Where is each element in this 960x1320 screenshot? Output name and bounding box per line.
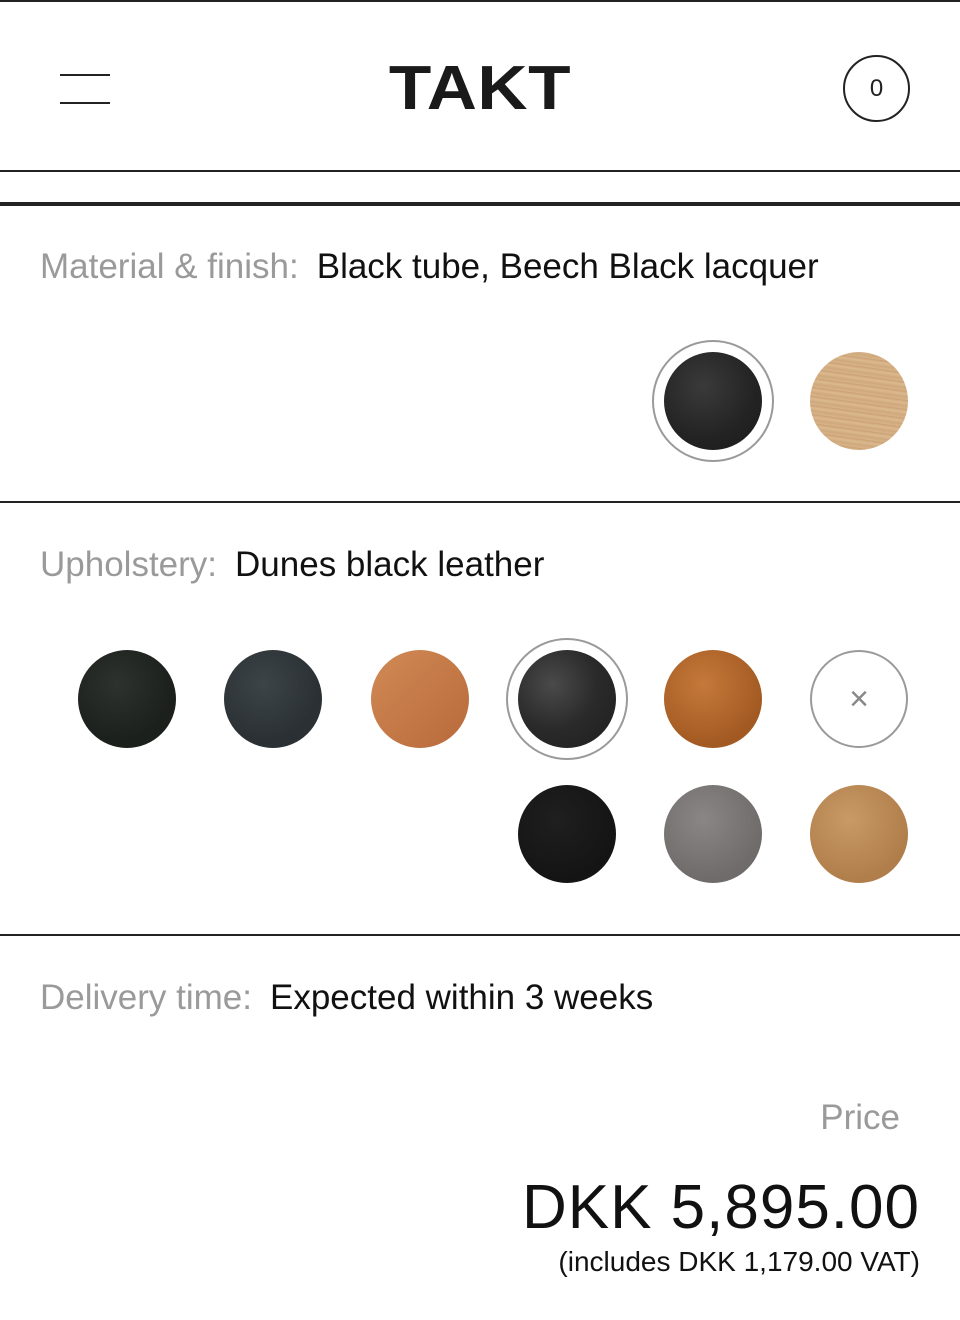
- material-swatch-oak[interactable]: [810, 352, 908, 450]
- upholstery-label: Upholstery:: [40, 545, 218, 584]
- menu-line: [60, 102, 110, 104]
- upholstery-swatch[interactable]: [810, 785, 908, 883]
- product-configurator: TAKT 0 Material & finish: Black tube, Bee…: [0, 0, 960, 1320]
- material-swatch-black[interactable]: [652, 340, 774, 462]
- delivery-value: Expected within 3 weeks: [269, 978, 654, 1017]
- no-upholstery-button[interactable]: ×: [810, 650, 908, 748]
- material-option: Material & finish: Black tube, Beech Blac…: [40, 247, 819, 287]
- site-header: TAKT 0: [0, 0, 960, 172]
- upholstery-swatch[interactable]: [78, 650, 176, 748]
- section-divider: [0, 501, 960, 503]
- hamburger-menu-icon[interactable]: [60, 74, 112, 106]
- upholstery-swatch-dunes-black[interactable]: [506, 638, 628, 760]
- delivery-info: Delivery time: Expected within 3 weeks: [40, 978, 653, 1018]
- upholstery-swatch[interactable]: [518, 785, 616, 883]
- upholstery-swatch[interactable]: [664, 650, 762, 748]
- header-divider: [0, 202, 960, 206]
- cart-button[interactable]: 0: [843, 55, 910, 122]
- upholstery-option: Upholstery: Dunes black leather: [40, 545, 544, 585]
- price-value: DKK 5,895.00: [521, 1173, 920, 1242]
- menu-line: [60, 74, 110, 76]
- material-label: Material & finish:: [40, 247, 299, 286]
- price-label: Price: [820, 1098, 900, 1137]
- upholstery-swatch[interactable]: [224, 650, 322, 748]
- section-divider: [0, 934, 960, 936]
- takt-logo[interactable]: TAKT: [368, 54, 592, 124]
- vat-note: (includes DKK 1,179.00 VAT): [558, 1246, 920, 1277]
- upholstery-value: Dunes black leather: [235, 545, 545, 584]
- delivery-label: Delivery time:: [40, 978, 252, 1017]
- cart-count: 0: [869, 74, 884, 102]
- close-icon: ×: [849, 680, 869, 718]
- material-value: Black tube, Beech Black lacquer: [316, 247, 819, 286]
- upholstery-swatch[interactable]: [371, 650, 469, 748]
- upholstery-swatch[interactable]: [664, 785, 762, 883]
